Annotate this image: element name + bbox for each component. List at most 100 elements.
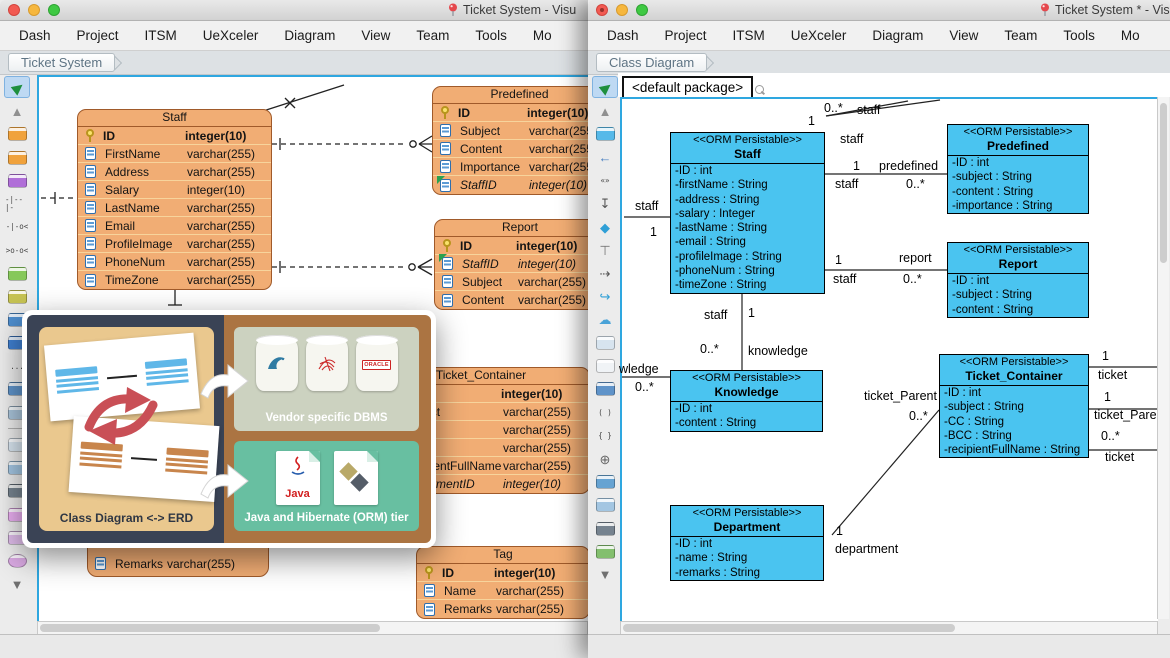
association-label[interactable]: 0..* bbox=[906, 177, 925, 191]
table-title[interactable]: Tag bbox=[417, 547, 588, 564]
class-attribute[interactable]: -firstName : String bbox=[671, 178, 824, 192]
scrollbar-thumb[interactable] bbox=[1160, 103, 1167, 263]
class-attribute[interactable]: -importance : String bbox=[948, 199, 1088, 213]
menu-item[interactable]: View bbox=[936, 28, 991, 43]
menu-item[interactable]: Diagram bbox=[271, 28, 348, 43]
association-label[interactable]: wledge bbox=[619, 362, 659, 376]
table-row[interactable]: ProfileImage varchar(255) bbox=[78, 235, 271, 253]
erd-table-report[interactable]: Report ID integer(10) StaffID integer(10… bbox=[434, 219, 588, 310]
association-label[interactable]: ticket bbox=[1105, 450, 1134, 464]
class-attribute[interactable]: -profileImage : String bbox=[671, 250, 824, 264]
association-label[interactable]: 1 bbox=[650, 225, 657, 239]
menu-item[interactable]: View bbox=[348, 28, 403, 43]
tool-button[interactable]: ☁ bbox=[593, 310, 617, 330]
association-label[interactable]: staff bbox=[857, 103, 880, 117]
menu-item[interactable]: ITSM bbox=[720, 28, 778, 43]
class-attribute[interactable]: -BCC : String bbox=[940, 429, 1088, 443]
tool-button[interactable]: ⇢ bbox=[593, 264, 617, 284]
class-predefined[interactable]: <<ORM Persistable>> Predefined -ID : int… bbox=[947, 124, 1089, 214]
table-row[interactable]: Content varchar(255) bbox=[435, 291, 588, 309]
table-title[interactable]: Staff bbox=[78, 110, 271, 127]
class-attribute[interactable]: -ID : int bbox=[940, 386, 1088, 400]
class-attribute[interactable]: -content : String bbox=[671, 416, 822, 430]
table-row[interactable]: Email varchar(255) bbox=[78, 217, 271, 235]
tool-button[interactable]: { } bbox=[593, 426, 617, 446]
class-attribute[interactable]: -subject : String bbox=[948, 288, 1088, 302]
tool-button[interactable]: ▶ bbox=[4, 76, 30, 98]
class-attribute[interactable]: -content : String bbox=[948, 303, 1088, 317]
erd-table-tag[interactable]: Tag ID integer(10) Name varchar(255) Rem… bbox=[416, 546, 588, 619]
tool-button[interactable]: ▼ bbox=[5, 574, 29, 594]
menu-item[interactable]: Project bbox=[652, 28, 720, 43]
association-label[interactable]: 1 bbox=[836, 524, 843, 538]
class-attribute[interactable]: -timeZone : String bbox=[671, 278, 824, 292]
table-row[interactable]: ID integer(10) bbox=[433, 104, 588, 122]
tool-button[interactable]: ⊕ bbox=[593, 449, 617, 469]
association-label[interactable]: staff bbox=[840, 132, 863, 146]
association-label[interactable]: 0..* bbox=[909, 409, 928, 423]
class-attribute[interactable]: -subject : String bbox=[948, 170, 1088, 184]
class-attribute[interactable]: -name : String bbox=[671, 551, 823, 565]
scrollbar-thumb[interactable] bbox=[623, 624, 955, 632]
tool-button[interactable] bbox=[5, 287, 29, 307]
tool-button[interactable]: ( ) bbox=[593, 403, 617, 423]
menu-item[interactable]: Dash bbox=[594, 28, 652, 43]
tool-button[interactable] bbox=[593, 519, 617, 539]
tool-button[interactable] bbox=[593, 356, 617, 376]
tool-button[interactable] bbox=[593, 495, 617, 515]
tool-button[interactable]: ▶ bbox=[592, 76, 618, 98]
tool-button[interactable]: >o-o< bbox=[5, 240, 29, 260]
table-row[interactable]: StaffID integer(10) bbox=[435, 255, 588, 273]
tool-button[interactable]: ↧ bbox=[593, 194, 617, 214]
minimize-button[interactable] bbox=[28, 4, 40, 16]
menu-item[interactable]: ITSM bbox=[132, 28, 190, 43]
association-label[interactable]: staff bbox=[635, 199, 658, 213]
class-attribute[interactable]: -lastName : String bbox=[671, 221, 824, 235]
breadcrumb[interactable]: Class Diagram bbox=[596, 53, 707, 72]
class-ticket-container[interactable]: <<ORM Persistable>> Ticket_Container -ID… bbox=[939, 354, 1089, 458]
association-label[interactable]: predefined bbox=[879, 159, 938, 173]
association-label[interactable]: 0..* bbox=[903, 272, 922, 286]
association-label[interactable]: knowledge bbox=[748, 344, 808, 358]
association-label[interactable]: staff bbox=[704, 308, 727, 322]
class-attribute[interactable]: -salary : Integer bbox=[671, 207, 824, 221]
tool-button[interactable] bbox=[5, 148, 29, 168]
class-attribute[interactable]: -phoneNum : String bbox=[671, 264, 824, 278]
association-label[interactable]: 0..* bbox=[1101, 429, 1120, 443]
tool-button[interactable] bbox=[5, 124, 29, 144]
tool-button[interactable] bbox=[5, 264, 29, 284]
horizontal-scrollbar[interactable] bbox=[37, 621, 588, 635]
table-row[interactable]: TimeZone varchar(255) bbox=[78, 271, 271, 289]
table-row[interactable]: ID integer(10) bbox=[417, 564, 588, 582]
table-title[interactable]: Report bbox=[435, 220, 588, 237]
close-button[interactable] bbox=[8, 4, 20, 16]
class-attribute[interactable]: -remarks : String bbox=[671, 566, 823, 580]
menu-item[interactable]: Project bbox=[64, 28, 132, 43]
class-attribute[interactable]: -ID : int bbox=[671, 537, 823, 551]
erd-table-predefined[interactable]: Predefined ID integer(10) Subject varcha… bbox=[432, 86, 588, 195]
tool-button[interactable]: ▼ bbox=[593, 565, 617, 585]
class-diagram-canvas[interactable]: <<ORM Persistable>> Staff -ID : int-firs… bbox=[620, 97, 1158, 623]
class-attribute[interactable]: -ID : int bbox=[671, 402, 822, 416]
association-label[interactable]: 0..* bbox=[635, 380, 654, 394]
tool-button[interactable] bbox=[593, 333, 617, 353]
menu-item[interactable]: Dash bbox=[6, 28, 64, 43]
table-row[interactable]: Salary integer(10) bbox=[78, 181, 271, 199]
tool-button[interactable]: -|-o< bbox=[5, 217, 29, 237]
table-row[interactable]: Subject varchar(255) bbox=[433, 122, 588, 140]
default-package-label[interactable]: <default package> bbox=[622, 76, 753, 99]
tool-button[interactable] bbox=[5, 171, 29, 191]
table-row[interactable]: Importance varchar(255) bbox=[433, 158, 588, 176]
association-label[interactable]: staff bbox=[833, 272, 856, 286]
association-label[interactable]: department bbox=[835, 542, 898, 556]
menu-item[interactable]: Mo bbox=[520, 28, 565, 43]
tool-button[interactable] bbox=[593, 472, 617, 492]
table-row[interactable]: LastName varchar(255) bbox=[78, 199, 271, 217]
class-attribute[interactable]: -CC : String bbox=[940, 415, 1088, 429]
class-department[interactable]: <<ORM Persistable>> Department -ID : int… bbox=[670, 505, 824, 581]
class-knowledge[interactable]: <<ORM Persistable>> Knowledge -ID : int-… bbox=[670, 370, 823, 432]
table-title[interactable]: Predefined bbox=[433, 87, 588, 104]
tool-button[interactable]: ▲ bbox=[593, 101, 617, 121]
class-attribute[interactable]: -recipientFullName : String bbox=[940, 443, 1088, 457]
tool-button[interactable] bbox=[593, 379, 617, 399]
